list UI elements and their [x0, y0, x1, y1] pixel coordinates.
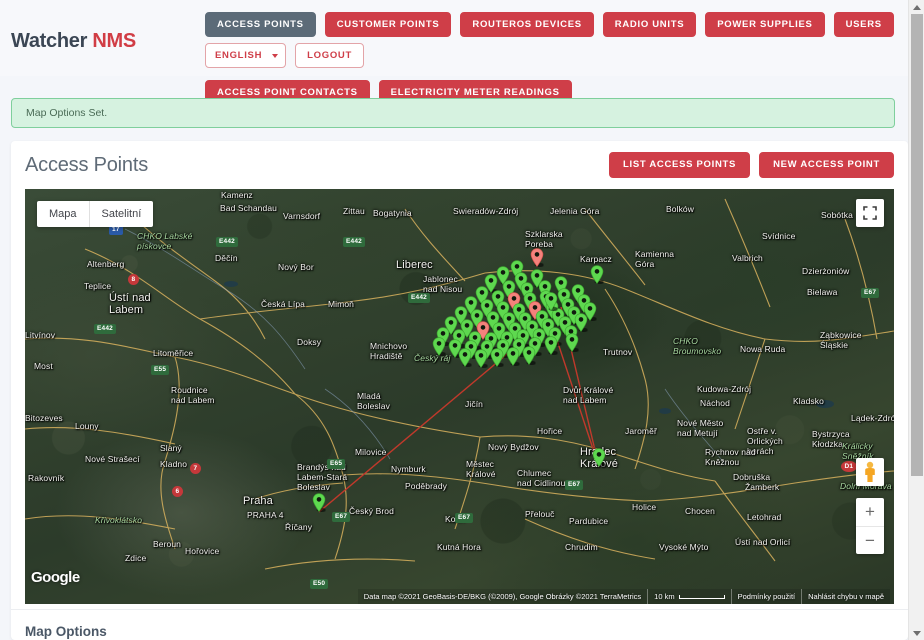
map-marker-pin[interactable] — [458, 348, 472, 367]
nav-button-access-points[interactable]: ACCESS POINTS — [205, 12, 316, 37]
map-scale-label: 10 km — [654, 592, 675, 601]
scrollbar-up-arrow[interactable] — [909, 0, 924, 14]
chevron-down-icon — [913, 630, 921, 636]
map-marker-pin[interactable] — [544, 336, 558, 355]
card-header: Access Points LIST ACCESS POINTS NEW ACCE… — [11, 141, 908, 191]
header-button-new-access-point[interactable]: NEW ACCESS POINT — [759, 152, 894, 178]
map-marker-pin[interactable] — [530, 248, 544, 267]
brand-logo[interactable]: Watcher NMS — [11, 30, 136, 53]
app-root: Watcher NMS ACCESS POINTS CUSTOMER POINTS… — [0, 0, 924, 640]
brand-name: Watcher — [11, 30, 88, 52]
nav-button-routeros-devices[interactable]: ROUTEROS DEVICES — [460, 12, 594, 37]
map-marker-pin[interactable] — [565, 333, 579, 352]
nav-button-power-supplies[interactable]: POWER SUPPLIES — [705, 12, 825, 37]
map-type-switcher: Mapa Satelitní — [37, 201, 154, 227]
nav-button-customer-points[interactable]: CUSTOMER POINTS — [324, 12, 452, 37]
chevron-down-icon — [272, 53, 279, 58]
terms-of-use-link[interactable]: Podmínky použití — [730, 589, 802, 604]
page-title: Access Points — [25, 154, 149, 176]
map-marker-pin[interactable] — [544, 292, 558, 311]
scale-bar-line — [678, 594, 725, 599]
map-marker-pin[interactable] — [506, 347, 520, 366]
nav-button-users[interactable]: USERS — [833, 12, 894, 37]
nav-button-radio-units[interactable]: RADIO UNITS — [602, 12, 697, 37]
language-select-value: ENGLISH — [215, 50, 263, 61]
map-marker-pin[interactable] — [312, 493, 326, 512]
map-data-attribution: Data map ©2021 GeoBasis-DE/BKG (©2009), … — [357, 589, 648, 604]
alert-text: Map Options Set. — [26, 107, 108, 119]
page-scrollbar[interactable] — [908, 0, 924, 640]
status-alert: Map Options Set. — [11, 98, 895, 128]
map-marker-pin[interactable] — [490, 348, 504, 367]
map-options-title: Map Options — [25, 624, 107, 639]
map-marker-pin[interactable] — [590, 265, 604, 284]
language-select[interactable]: ENGLISH — [205, 43, 287, 68]
fullscreen-icon — [863, 206, 877, 220]
logout-button[interactable]: LOGOUT — [295, 43, 364, 68]
zoom-in-button[interactable]: + — [856, 498, 884, 527]
top-navbar: Watcher NMS ACCESS POINTS CUSTOMER POINTS… — [0, 0, 908, 105]
map-type-mapa[interactable]: Mapa — [37, 201, 89, 227]
header-actions: LIST ACCESS POINTS NEW ACCESS POINT — [609, 152, 894, 178]
scrollbar-thumb[interactable] — [911, 14, 923, 476]
map-marker-pin[interactable] — [592, 448, 606, 467]
map-options-section: Map Options — [11, 609, 908, 640]
access-points-card: Access Points LIST ACCESS POINTS NEW ACCE… — [11, 141, 908, 640]
map-attribution-bar: Data map ©2021 GeoBasis-DE/BKG (©2009), … — [25, 589, 894, 604]
google-logo: Google — [31, 569, 80, 586]
report-map-error-link[interactable]: Nahlásit chybu v mapě — [801, 589, 890, 604]
map-zoom-controls: + − — [856, 498, 884, 554]
pegman-icon — [865, 461, 875, 482]
street-view-pegman-button[interactable] — [856, 458, 884, 486]
map-markers-layer — [25, 189, 894, 604]
fullscreen-button[interactable] — [856, 199, 884, 227]
map-type-satelitní[interactable]: Satelitní — [88, 201, 154, 227]
map-marker-pin[interactable] — [432, 337, 446, 356]
brand-accent: NMS — [92, 30, 136, 52]
scrollbar-down-arrow[interactable] — [909, 626, 924, 640]
map-marker-pin[interactable] — [522, 346, 536, 365]
map-satellite-imagery: Bad Schandau Varnsdorf Zittau Bogatynia Kame… — [25, 189, 894, 604]
map-scale-bar: 10 km — [647, 589, 731, 604]
map-container[interactable]: Bad Schandau Varnsdorf Zittau Bogatynia Kame… — [25, 189, 894, 604]
map-marker-pin[interactable] — [474, 349, 488, 368]
primary-nav: ACCESS POINTS CUSTOMER POINTS ROUTEROS DEV… — [205, 12, 905, 105]
chevron-up-icon — [913, 4, 921, 10]
zoom-out-button[interactable]: − — [856, 527, 884, 555]
header-button-list-access-points[interactable]: LIST ACCESS POINTS — [609, 152, 751, 178]
